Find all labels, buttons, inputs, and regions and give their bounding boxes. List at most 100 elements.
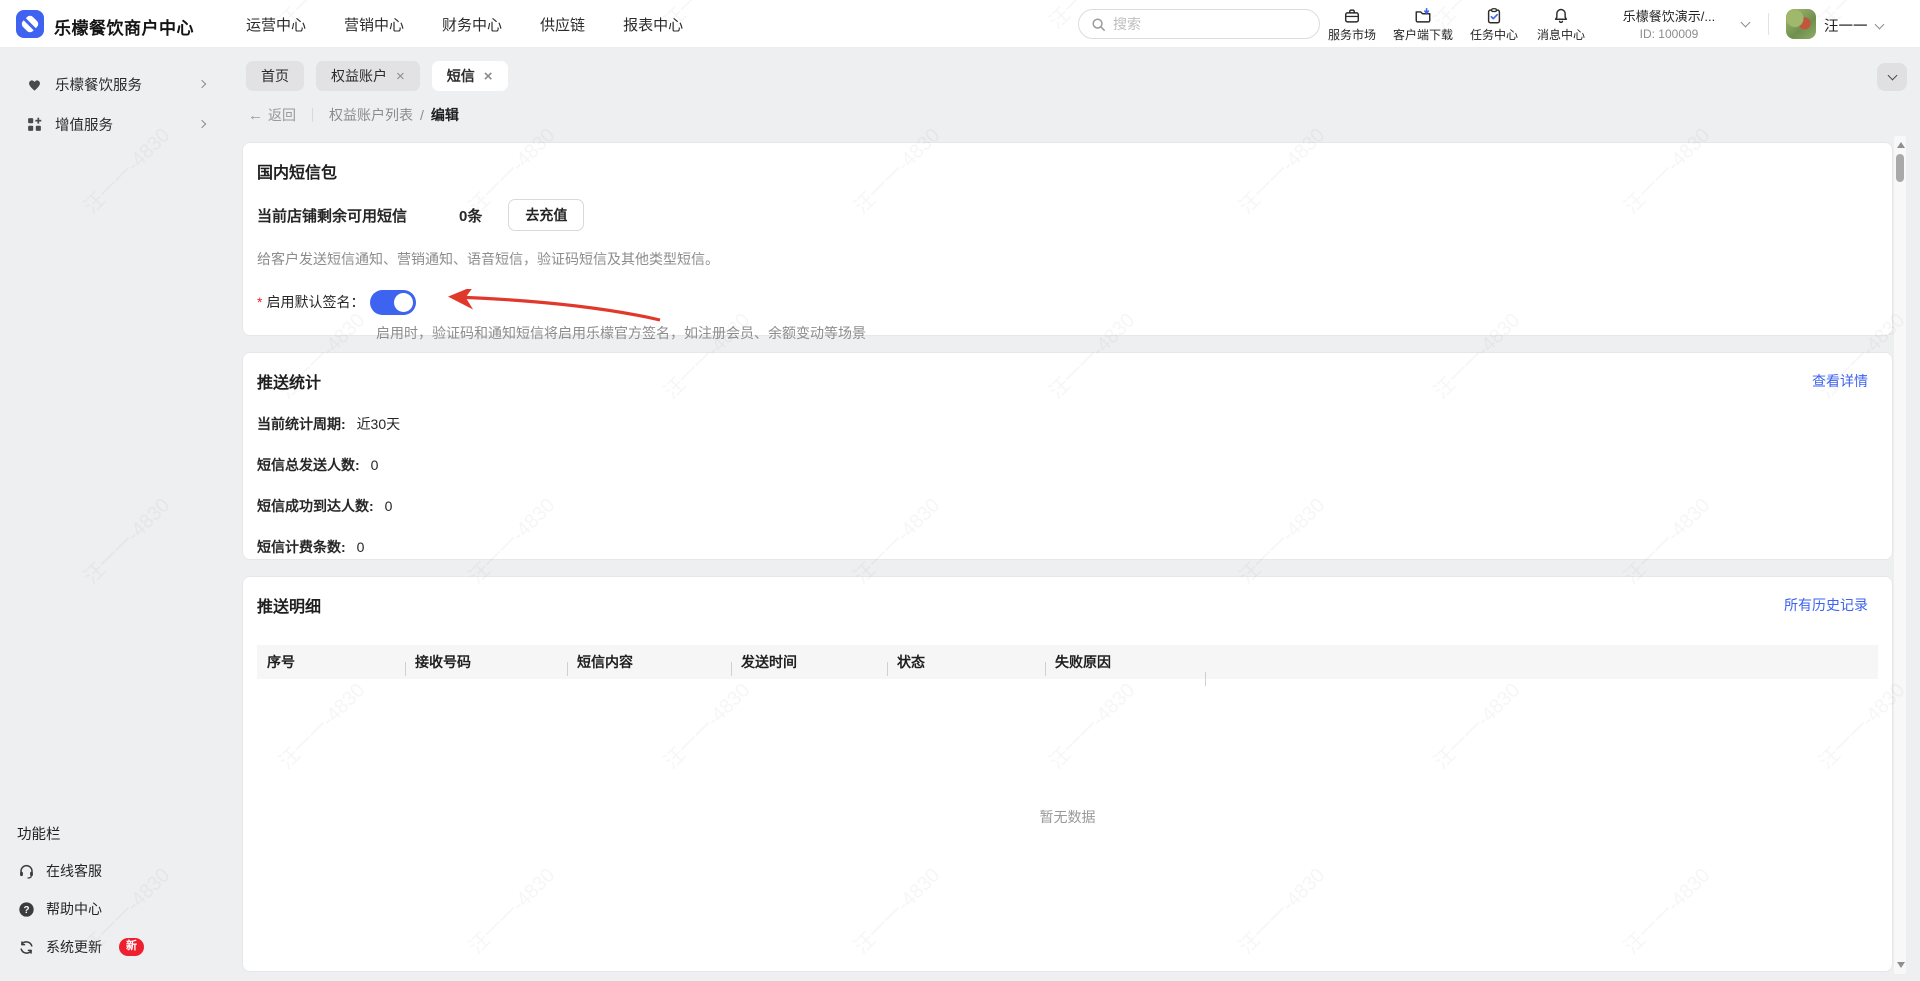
card-title: 推送明细 (257, 599, 322, 616)
tab-bar: 首页 权益账户 短信 (246, 61, 508, 91)
briefcase-icon (1343, 5, 1361, 25)
stat-value: 0 (370, 457, 379, 473)
chevron-right-icon (197, 119, 207, 129)
scroll-up-arrow-icon[interactable] (1897, 142, 1905, 148)
merchant-id: ID: 100009 (1639, 27, 1699, 41)
footer-item-label: 系统更新 (46, 939, 102, 955)
chevron-down-icon (1740, 17, 1751, 28)
empty-text: 暂无数据 (1039, 809, 1096, 825)
user-menu[interactable]: 汪一一 (1824, 15, 1884, 36)
push-detail-card: 推送明细 所有历史记录 序号 接收号码 短信内容 发送时间 状态 失败原因 暂无… (242, 576, 1893, 972)
refresh-icon (18, 939, 35, 956)
table-header: 序号 接收号码 短信内容 发送时间 状态 失败原因 (257, 645, 1878, 686)
recharge-button[interactable]: 去充值 (508, 199, 585, 231)
merchant-name: 乐檬餐饮演示/... (1622, 9, 1716, 24)
sidebar-item-label: 乐檬餐饮服务 (55, 77, 142, 94)
avatar[interactable] (1786, 9, 1816, 39)
balance-label: 当前店铺剩余可用短信 (257, 207, 408, 225)
quick-actions: 服务市场 客户端下载 任务中心 消息中心 (1326, 5, 1587, 43)
help-center-item[interactable]: ? 帮助中心 (0, 890, 225, 928)
sidebar-item-value-added-service[interactable]: 增值服务 (6, 104, 219, 144)
breadcrumb: 返回 权益账户列表 / 编辑 (248, 105, 459, 125)
footer-item-label: 帮助中心 (46, 901, 102, 917)
quick-action-label: 客户端下载 (1393, 28, 1454, 42)
view-details-link[interactable]: 查看详情 (1812, 371, 1868, 391)
help-icon: ? (18, 901, 35, 918)
signature-row: * 启用默认签名： (257, 289, 1878, 322)
required-mark: * (257, 294, 263, 310)
sms-balance-row: 当前店铺剩余可用短信 0条 去充值 (257, 199, 1878, 231)
sidebar-item-label: 增值服务 (55, 117, 113, 134)
sidebar-item-lemon-catering-service[interactable]: 乐檬餐饮服务 (6, 64, 219, 104)
close-icon[interactable] (396, 69, 405, 84)
balance-value: 0条 (459, 207, 483, 225)
col-phone: 接收号码 (405, 652, 567, 676)
breadcrumb-parent[interactable]: 权益账户列表 (329, 105, 413, 125)
stat-row: 当前统计周期: 近30天 (257, 414, 1878, 434)
brand-logo-icon (16, 10, 44, 38)
nav-item-marketing[interactable]: 营销中心 (344, 14, 404, 35)
col-index: 序号 (267, 654, 295, 670)
footer-title: 功能栏 (17, 827, 61, 843)
tabs-overflow-button[interactable] (1877, 63, 1907, 91)
main-nav-menu: 运营中心 营销中心 财务中心 供应链 报表中心 (246, 0, 683, 48)
new-badge: 新 (119, 938, 144, 956)
scrollbar-thumb[interactable] (1896, 154, 1904, 182)
col-content: 短信内容 (567, 652, 731, 676)
service-market-action[interactable]: 服务市场 (1326, 5, 1378, 43)
global-search[interactable] (1078, 9, 1320, 39)
all-history-link[interactable]: 所有历史记录 (1784, 595, 1868, 615)
stat-row: 短信成功到达人数: 0 (257, 496, 1878, 516)
message-center-action[interactable]: 消息中心 (1535, 5, 1587, 43)
signature-toggle[interactable] (370, 289, 417, 315)
quick-action-label: 服务市场 (1327, 28, 1376, 42)
chevron-right-icon (197, 79, 207, 89)
svg-text:?: ? (23, 904, 29, 915)
close-icon[interactable] (484, 69, 493, 84)
tab-label: 权益账户 (331, 68, 387, 84)
back-button[interactable]: 返回 (248, 105, 296, 125)
vertical-scrollbar[interactable] (1893, 135, 1907, 975)
online-support-item[interactable]: 在线客服 (0, 852, 225, 890)
stat-label: 当前统计周期: (257, 416, 346, 432)
search-input[interactable] (1113, 16, 1307, 32)
system-update-item[interactable]: 系统更新 新 (0, 928, 225, 966)
empty-state: 暂无数据 (257, 679, 1878, 955)
stat-value: 近30天 (356, 416, 401, 432)
tab-label: 短信 (446, 68, 475, 84)
search-icon (1091, 17, 1106, 32)
client-download-action[interactable]: 客户端下载 (1393, 5, 1453, 43)
main-content: 首页 权益账户 短信 返回 权益账户列表 / 编辑 国内短信包 当前店铺剩余可用… (225, 48, 1920, 981)
sms-package-card: 国内短信包 当前店铺剩余可用短信 0条 去充值 给客户发送短信通知、营销通知、语… (242, 142, 1893, 341)
headset-icon (18, 863, 35, 880)
nav-item-finance[interactable]: 财务中心 (442, 14, 502, 35)
quick-action-label: 任务中心 (1470, 28, 1519, 42)
push-stats-card: 推送统计 查看详情 当前统计周期: 近30天 短信总发送人数: 0 短信成功到达… (242, 352, 1893, 560)
bell-icon (1552, 5, 1570, 25)
tab-benefit-account[interactable]: 权益账户 (316, 61, 420, 91)
col-status: 状态 (887, 652, 1045, 676)
scroll-down-arrow-icon[interactable] (1897, 962, 1905, 968)
heart-service-icon (26, 75, 44, 93)
nav-item-supply-chain[interactable]: 供应链 (540, 14, 585, 35)
col-fail-reason: 失败原因 (1045, 652, 1205, 676)
breadcrumb-separator: / (420, 107, 424, 123)
tab-sms[interactable]: 短信 (431, 61, 508, 91)
stat-value: 0 (384, 498, 393, 514)
download-icon (1414, 5, 1432, 25)
nav-item-operations[interactable]: 运营中心 (246, 14, 306, 35)
task-center-action[interactable]: 任务中心 (1468, 5, 1520, 43)
back-arrow-icon (248, 107, 263, 124)
stat-row: 短信总发送人数: 0 (257, 455, 1878, 475)
back-label: 返回 (268, 107, 296, 123)
divider (312, 108, 313, 122)
sidebar-footer: 功能栏 在线客服 ? 帮助中心 系统更新 新 (0, 823, 225, 966)
chevron-down-icon (1887, 70, 1897, 81)
merchant-switcher[interactable]: 乐檬餐饮演示/... ID: 100009 (1606, 6, 1732, 41)
stat-label: 短信成功到达人数: (257, 498, 374, 514)
nav-item-reports[interactable]: 报表中心 (623, 14, 683, 35)
tab-label: 首页 (261, 68, 289, 84)
card-title: 国内短信包 (257, 165, 338, 182)
sms-description: 给客户发送短信通知、营销通知、语音短信，验证码短信及其他类型短信。 (257, 251, 719, 267)
tab-home[interactable]: 首页 (246, 61, 304, 91)
